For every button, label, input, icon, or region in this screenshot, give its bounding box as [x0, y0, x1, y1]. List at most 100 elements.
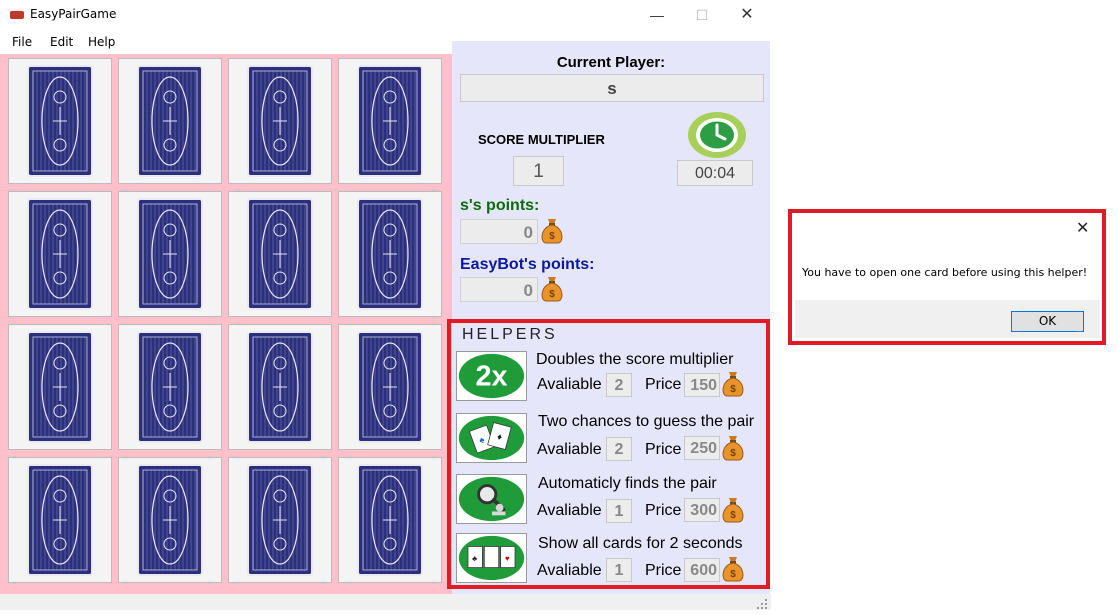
- svg-text:$: $: [730, 384, 736, 395]
- card-back-icon: [357, 198, 423, 310]
- card[interactable]: [8, 457, 112, 583]
- score-multiplier-field: 1: [513, 156, 564, 186]
- svg-text:$: $: [730, 510, 736, 521]
- minimize-button[interactable]: —: [634, 0, 680, 30]
- price-field: 250: [684, 436, 720, 460]
- card[interactable]: [118, 457, 222, 583]
- svg-text:2x: 2x: [475, 361, 507, 393]
- card-back-icon: [27, 65, 93, 177]
- menu-edit[interactable]: Edit: [50, 35, 73, 49]
- card[interactable]: [228, 324, 332, 450]
- score-multiplier-label: SCORE MULTIPLIER: [478, 132, 605, 147]
- card-back-icon: [137, 65, 203, 177]
- available-field: 2: [606, 373, 632, 397]
- price-label: Price: [645, 441, 682, 458]
- money-bag-icon: $: [717, 368, 749, 398]
- price-field: 150: [684, 373, 720, 397]
- helper-desc: Doubles the score multiplier: [536, 351, 734, 368]
- svg-text:$: $: [549, 289, 555, 300]
- app-icon: [10, 11, 24, 19]
- window-title: EasyPairGame: [30, 7, 117, 21]
- bot-points-field: 0: [460, 277, 538, 302]
- player-points-field: 0: [460, 219, 538, 244]
- card[interactable]: [118, 191, 222, 317]
- magnifier-icon: [458, 476, 525, 522]
- available-label: Avaliable: [537, 441, 602, 458]
- helper-two-chances-button[interactable]: ♠ ♦: [456, 413, 527, 463]
- available-field: 1: [606, 558, 632, 582]
- card-board: [0, 54, 452, 594]
- card[interactable]: [338, 457, 442, 583]
- price-label: Price: [645, 502, 682, 519]
- price-field: 600: [684, 558, 720, 582]
- card-back-icon: [137, 198, 203, 310]
- title-bar: EasyPairGame — ☐ ✕: [0, 0, 771, 30]
- money-bag-icon: $: [536, 273, 568, 303]
- card-back-icon: [247, 198, 313, 310]
- money-bag-icon: $: [717, 553, 749, 583]
- available-label: Avaliable: [537, 376, 602, 393]
- ok-button[interactable]: OK: [1011, 311, 1084, 332]
- price-label: Price: [645, 562, 682, 579]
- helper-desc: Show all cards for 2 seconds: [538, 535, 743, 552]
- helpers-title: HELPERS: [462, 326, 558, 343]
- show-cards-icon: ♥ ♣: [458, 535, 525, 581]
- money-bag-icon: $: [717, 494, 749, 524]
- status-bar: [0, 594, 771, 610]
- current-player-label: Current Player:: [556, 54, 666, 71]
- card[interactable]: [8, 324, 112, 450]
- card[interactable]: [338, 191, 442, 317]
- card[interactable]: [338, 58, 442, 184]
- card[interactable]: [228, 457, 332, 583]
- money-bag-icon: $: [536, 215, 568, 245]
- cards-icon: ♠ ♦: [458, 415, 525, 461]
- current-player-field: s: [460, 74, 764, 102]
- svg-text:♥: ♥: [505, 554, 510, 563]
- card-back-icon: [247, 464, 313, 576]
- card-back-icon: [357, 464, 423, 576]
- close-button[interactable]: ✕: [724, 0, 770, 30]
- card-back-icon: [137, 464, 203, 576]
- card[interactable]: [118, 324, 222, 450]
- available-field: 1: [606, 499, 632, 523]
- svg-text:$: $: [730, 569, 736, 580]
- card-back-icon: [247, 65, 313, 177]
- card[interactable]: [228, 58, 332, 184]
- card-back-icon: [137, 331, 203, 443]
- card[interactable]: [228, 191, 332, 317]
- helper-double-button[interactable]: 2x: [456, 351, 527, 401]
- available-label: Avaliable: [537, 502, 602, 519]
- dialog-close-button[interactable]: ✕: [1076, 218, 1089, 238]
- helper-desc: Two chances to guess the pair: [538, 413, 755, 430]
- card[interactable]: [338, 324, 442, 450]
- dialog-message: You have to open one card before using t…: [802, 266, 1088, 279]
- helper-find-pair-button[interactable]: [456, 474, 527, 524]
- svg-text:♣: ♣: [472, 554, 477, 563]
- helper-show-cards-button[interactable]: ♥ ♣: [456, 533, 527, 583]
- card-back-icon: [27, 464, 93, 576]
- svg-text:$: $: [549, 231, 555, 242]
- menu-file[interactable]: File: [12, 35, 32, 49]
- card[interactable]: [8, 58, 112, 184]
- maximize-button[interactable]: ☐: [679, 0, 725, 30]
- available-field: 2: [606, 437, 632, 461]
- helper-desc: Automaticly finds the pair: [538, 475, 717, 492]
- available-label: Avaliable: [537, 562, 602, 579]
- svg-text:$: $: [730, 448, 736, 459]
- card-back-icon: [357, 65, 423, 177]
- bot-points-label: EasyBot's points:: [460, 256, 595, 273]
- card[interactable]: [118, 58, 222, 184]
- player-points-label: s's points:: [460, 197, 540, 214]
- resize-grip-icon[interactable]: [756, 597, 768, 609]
- clock-icon: [687, 111, 747, 159]
- price-label: Price: [645, 376, 682, 393]
- timer-field: 00:04: [677, 160, 753, 186]
- money-bag-icon: $: [717, 432, 749, 462]
- menu-help[interactable]: Help: [88, 35, 115, 49]
- 2x-icon: 2x: [458, 353, 525, 399]
- card-back-icon: [27, 331, 93, 443]
- card-back-icon: [357, 331, 423, 443]
- price-field: 300: [684, 498, 720, 522]
- card[interactable]: [8, 191, 112, 317]
- card-back-icon: [247, 331, 313, 443]
